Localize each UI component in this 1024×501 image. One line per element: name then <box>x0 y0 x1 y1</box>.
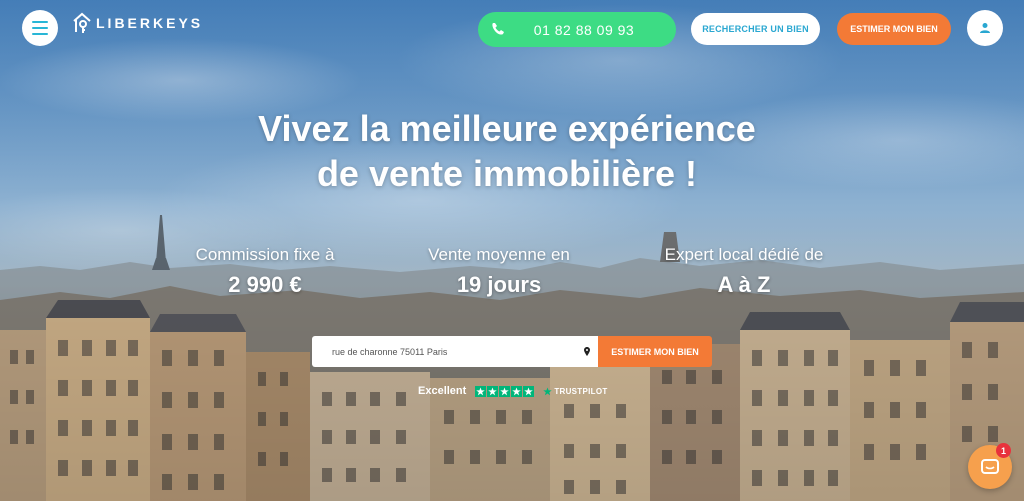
trustpilot-logo: TRUSTPILOT <box>543 387 607 396</box>
stat-label: Expert local dédié de <box>664 245 824 264</box>
star-icon <box>487 385 499 397</box>
menu-button[interactable] <box>22 10 58 46</box>
hamburger-icon <box>32 21 48 23</box>
stat-label: Commission fixe à <box>195 245 335 264</box>
stat-value: 2 990 € <box>228 272 302 297</box>
star-icon <box>499 385 511 397</box>
star-icon <box>523 385 535 397</box>
stat-label: Vente moyenne en <box>428 245 570 264</box>
stat-average-sale: Vente moyenne en 19 jours <box>389 244 609 300</box>
hamburger-icon-bar <box>32 27 48 29</box>
headline-line-1: Vivez la meilleure expérience <box>258 108 756 149</box>
star-icon <box>511 385 523 397</box>
stat-value: 19 jours <box>456 272 542 297</box>
phone-number: 01 82 88 09 93 <box>533 21 635 38</box>
chat-icon <box>981 459 999 474</box>
address-search-bar <box>312 336 598 367</box>
brand-logo[interactable]: LIBERKEYS <box>72 8 203 38</box>
user-icon <box>980 23 990 33</box>
estimate-property-button[interactable]: ESTIMER MON BIEN <box>837 13 951 45</box>
star-icon <box>475 385 487 397</box>
user-account-button[interactable] <box>967 10 1003 46</box>
hero-headline: Vivez la meilleure expérience de vente i… <box>0 106 1014 196</box>
trustpilot-star-icon <box>543 386 553 395</box>
estimate-submit-button[interactable]: ESTIMER MON BIEN <box>598 336 712 367</box>
trustpilot-brand: TRUSTPILOT <box>554 386 608 396</box>
trustpilot-stars <box>475 385 535 397</box>
trustpilot-rating-label: Excellent <box>418 385 467 397</box>
address-input[interactable] <box>330 345 574 358</box>
stat-value: A à Z <box>717 272 771 297</box>
house-key-icon <box>73 12 91 33</box>
stat-local-expert: Expert local dédié de A à Z <box>634 244 854 300</box>
chat-notification-badge: 1 <box>996 443 1011 458</box>
brand-name: LIBERKEYS <box>96 15 204 31</box>
search-property-button[interactable]: RECHERCHER UN BIEN <box>691 13 820 45</box>
trustpilot-widget[interactable]: Excellent TRUSTPILOT <box>418 383 608 399</box>
hamburger-icon-bar <box>32 33 48 35</box>
phone-button[interactable]: 01 82 88 09 93 <box>478 12 676 47</box>
stat-commission: Commission fixe à 2 990 € <box>155 244 375 300</box>
headline-line-2: de vente immobilière ! <box>316 153 698 194</box>
location-pin-icon <box>584 347 590 356</box>
